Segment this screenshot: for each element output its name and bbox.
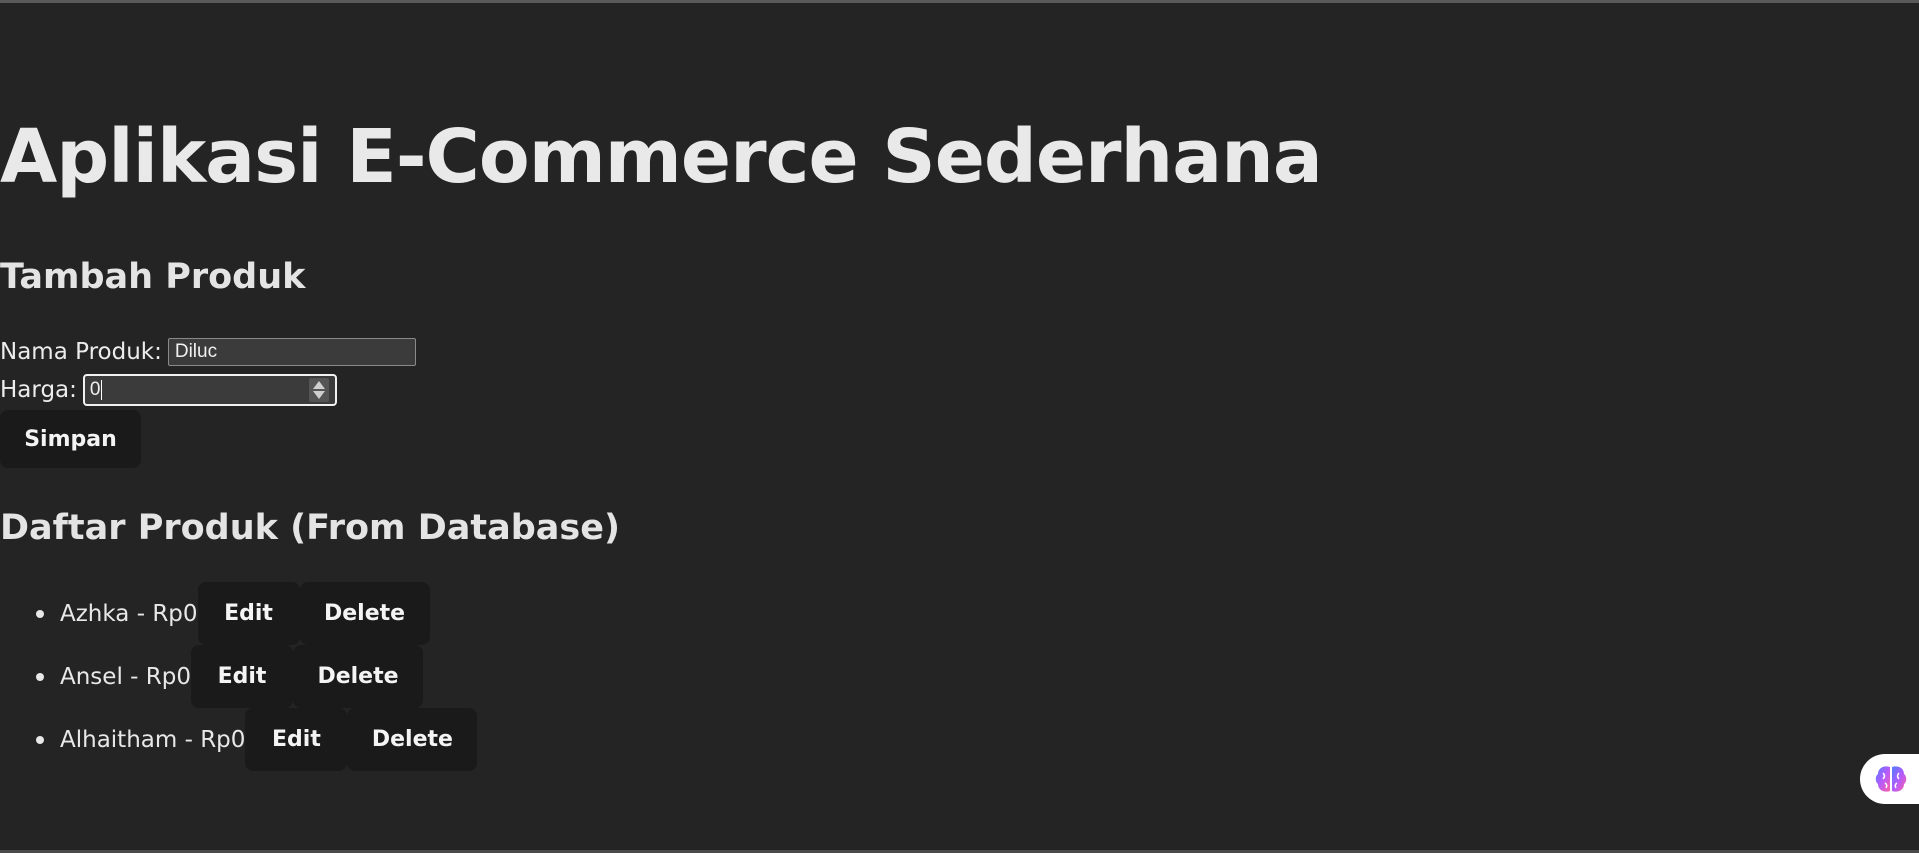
bullet-icon	[36, 610, 44, 618]
price-value: 0	[89, 379, 101, 400]
product-name-label: Nama Produk:	[0, 339, 162, 365]
spin-down-icon[interactable]	[312, 391, 325, 399]
product-name-row: Nama Produk: Diluc	[0, 336, 416, 368]
edit-button[interactable]: Edit	[197, 582, 300, 645]
page-title: Aplikasi E-Commerce Sederhana	[0, 114, 1323, 200]
product-price-input[interactable]: 0	[82, 374, 337, 406]
bullet-icon	[36, 673, 44, 681]
spin-up-icon[interactable]	[312, 381, 325, 389]
edit-button[interactable]: Edit	[190, 645, 293, 708]
text-caret	[101, 379, 103, 400]
list-item: Azhka - Rp0 Edit Delete	[0, 582, 477, 645]
app-page: Aplikasi E-Commerce Sederhana Tambah Pro…	[0, 0, 1919, 853]
add-product-heading: Tambah Produk	[0, 257, 306, 297]
bullet-icon	[36, 736, 44, 744]
number-spinner[interactable]	[308, 378, 329, 402]
delete-button[interactable]: Delete	[292, 645, 423, 708]
delete-button[interactable]: Delete	[299, 582, 430, 645]
product-list: Azhka - Rp0 Edit Delete Ansel - Rp0 Edit…	[0, 582, 478, 771]
extension-button[interactable]	[1860, 754, 1919, 804]
list-item: Alhaitham - Rp0 Edit Delete	[0, 708, 478, 771]
list-item: Ansel - Rp0 Edit Delete	[0, 645, 477, 708]
top-border	[0, 0, 1919, 3]
product-text: Azhka - Rp0	[60, 600, 198, 627]
edit-button[interactable]: Edit	[245, 708, 348, 771]
brain-icon	[1875, 766, 1907, 792]
product-list-heading: Daftar Produk (From Database)	[0, 508, 620, 548]
product-price-row: Harga: 0	[0, 374, 337, 406]
save-button[interactable]: Simpan	[0, 410, 141, 468]
delete-button[interactable]: Delete	[347, 708, 478, 771]
product-price-label: Harga:	[0, 377, 77, 403]
product-text: Ansel - Rp0	[60, 663, 191, 690]
product-name-input[interactable]: Diluc	[167, 338, 416, 366]
product-text: Alhaitham - Rp0	[60, 726, 246, 753]
